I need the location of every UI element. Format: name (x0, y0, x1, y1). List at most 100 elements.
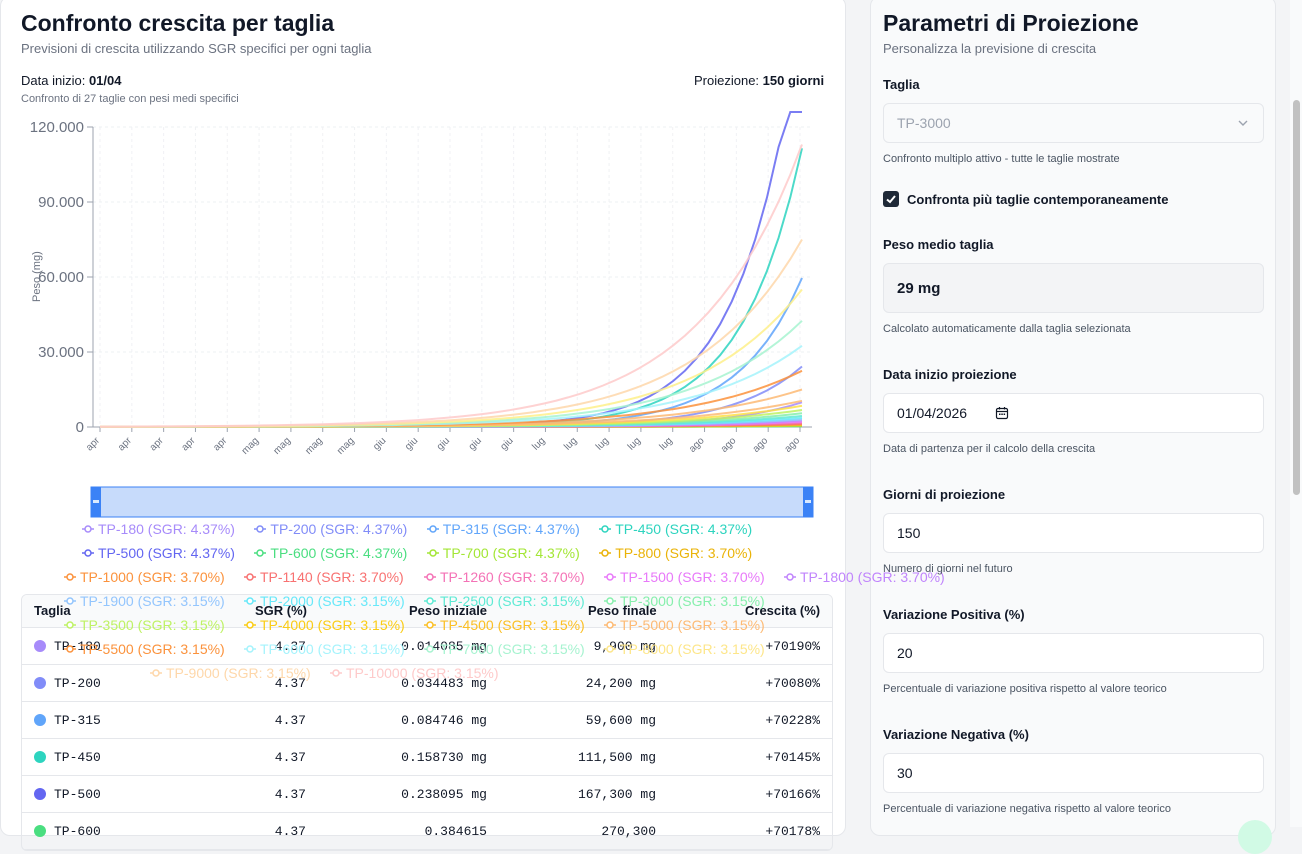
legend-label: TP-800 (SGR: 3.70%) (615, 545, 753, 561)
legend-item[interactable]: TP-700 (SGR: 4.37%) (426, 545, 580, 561)
legend-marker-icon (254, 549, 267, 558)
table-body: TP-180 4.37 0.014085 mg 9,900 mg +70190%… (22, 628, 832, 850)
x-tick-label: apr (180, 435, 198, 453)
legend-item[interactable]: TP-7000 (SGR: 3.15%) (424, 641, 585, 657)
legend-label: TP-5000 (SGR: 3.15%) (620, 617, 765, 633)
legend-item[interactable]: TP-2000 (SGR: 3.15%) (244, 593, 405, 609)
positive-variation-label: Variazione Positiva (%) (883, 607, 1025, 622)
legend-label: TP-180 (SGR: 4.37%) (98, 521, 235, 537)
series-line (100, 148, 803, 428)
legend-marker-icon (82, 525, 94, 534)
calendar-icon[interactable] (995, 406, 1009, 420)
days-input[interactable]: 150 (883, 513, 1264, 553)
legend-item[interactable]: TP-2500 (SGR: 3.15%) (424, 593, 585, 609)
legend-marker-icon (604, 597, 616, 606)
series-line (100, 111, 802, 428)
legend-label: TP-1260 (SGR: 3.70%) (440, 569, 585, 585)
legend-item[interactable]: TP-6000 (SGR: 3.15%) (244, 641, 405, 657)
legend-label: TP-450 (SGR: 4.37%) (615, 521, 753, 537)
legend-item[interactable]: TP-1000 (SGR: 3.70%) (64, 569, 225, 585)
x-tick-label: apr (116, 435, 134, 453)
legend-label: TP-200 (SGR: 4.37%) (270, 521, 408, 537)
x-tick-label: lug (658, 435, 675, 452)
legend-item[interactable]: TP-315 (SGR: 4.37%) (426, 521, 580, 537)
x-tick-label: giu (435, 435, 452, 452)
negative-variation-help: Percentuale di variazione negativa rispe… (883, 803, 1171, 815)
color-dot (34, 677, 46, 689)
legend-item[interactable]: TP-450 (SGR: 4.37%) (599, 521, 752, 537)
legend-marker-icon (424, 645, 436, 654)
y-axis-label: Peso (mg) (31, 251, 43, 302)
weight-label: Peso medio taglia (883, 237, 994, 252)
zoom-slider-track[interactable] (90, 486, 814, 518)
legend-marker-icon (64, 645, 76, 654)
legend-marker-icon (244, 573, 256, 582)
weight-help: Calcolato automaticamente dalla taglia s… (883, 323, 1131, 335)
legend-label: TP-315 (SGR: 4.37%) (442, 521, 580, 537)
legend-item[interactable]: TP-1900 (SGR: 3.15%) (64, 593, 225, 609)
legend-item[interactable]: TP-3000 (SGR: 3.15%) (604, 593, 765, 609)
weight-value: 29 mg (897, 279, 941, 297)
compare-label[interactable]: Confronta più taglie contemporaneamente (907, 192, 1168, 207)
compare-checkbox[interactable] (883, 191, 899, 207)
positive-variation-input[interactable]: 20 (883, 633, 1264, 673)
x-tick-label: lug (594, 435, 611, 452)
floating-action-button[interactable] (1238, 820, 1272, 854)
size-select-value: TP-3000 (897, 115, 951, 131)
chart-grid (93, 126, 812, 428)
legend-item[interactable]: TP-8000 (SGR: 3.15%) (604, 641, 765, 657)
legend-item[interactable]: TP-1140 (SGR: 3.70%) (244, 569, 404, 585)
legend-item[interactable]: TP-600 (SGR: 4.37%) (254, 545, 407, 561)
legend-label: TP-3000 (SGR: 3.15%) (620, 593, 765, 609)
x-tick-label: giu (371, 435, 388, 452)
legend-label: TP-4500 (SGR: 3.15%) (440, 617, 585, 633)
color-dot (34, 714, 46, 726)
legend-marker-icon (604, 621, 616, 630)
cell-taglia: TP-315 (54, 713, 101, 728)
legend-item[interactable]: TP-500 (SGR: 4.37%) (82, 545, 235, 561)
legend-label: TP-5500 (SGR: 3.15%) (80, 641, 225, 657)
positive-variation-help: Percentuale di variazione positiva rispe… (883, 683, 1167, 695)
date-input[interactable]: 01/04/2026 (883, 393, 1264, 433)
legend-item[interactable]: TP-5000 (SGR: 3.15%) (604, 617, 765, 633)
legend-item[interactable]: TP-10000 (SGR: 3.15%) (330, 665, 499, 681)
color-dot (34, 640, 46, 652)
legend-item[interactable]: TP-9000 (SGR: 3.15%) (150, 665, 311, 681)
x-tick-label: mag (240, 435, 262, 457)
x-tick-label: mag (303, 435, 325, 457)
legend-item[interactable]: TP-1260 (SGR: 3.70%) (424, 569, 585, 585)
legend-item[interactable]: TP-3500 (SGR: 3.15%) (64, 617, 225, 633)
cell-final: 59,600 mg (585, 713, 656, 728)
legend-marker-icon (82, 549, 94, 558)
scrollbar-thumb[interactable] (1293, 100, 1300, 495)
series-line (99, 144, 803, 428)
legend-marker-icon (424, 597, 436, 606)
legend-marker-icon (424, 573, 436, 582)
negative-variation-input[interactable]: 30 (883, 753, 1264, 793)
size-select[interactable]: TP-3000 (883, 103, 1264, 143)
legend-label: TP-700 (SGR: 4.37%) (442, 545, 580, 561)
legend-item[interactable]: TP-5500 (SGR: 3.15%) (64, 641, 225, 657)
legend-label: TP-10000 (SGR: 3.15%) (346, 665, 499, 681)
legend-item[interactable]: TP-4000 (SGR: 3.15%) (244, 617, 405, 633)
days-label: Giorni di proiezione (883, 487, 1006, 502)
legend-item[interactable]: TP-180 (SGR: 4.37%) (82, 521, 235, 537)
legend-label: TP-7000 (SGR: 3.15%) (440, 641, 585, 657)
legend-item[interactable]: TP-4500 (SGR: 3.15%) (424, 617, 585, 633)
x-tick-label: lug (626, 435, 643, 452)
legend-label: TP-500 (SGR: 4.37%) (98, 545, 235, 561)
y-tick-label: 0 (76, 419, 84, 436)
page-scrollbar[interactable] (1290, 0, 1302, 827)
x-tick-label: apr (84, 435, 102, 453)
legend-marker-icon (244, 621, 256, 630)
legend-item[interactable]: TP-800 (SGR: 3.70%) (599, 545, 752, 561)
chart-lines (99, 111, 803, 428)
legend-item[interactable]: TP-1500 (SGR: 3.70%) (604, 569, 765, 585)
cell-taglia: TP-450 (54, 750, 101, 765)
legend-item[interactable]: TP-200 (SGR: 4.37%) (254, 521, 407, 537)
x-tick-label: ago (687, 435, 707, 455)
growth-chart[interactable]: 120.00090.00060.00030.0000 apr apr apr apr a… (0, 0, 846, 520)
cell-final: 24,200 mg (585, 676, 656, 691)
x-tick-label: giu (403, 435, 420, 452)
legend-label: TP-3500 (SGR: 3.15%) (80, 617, 225, 633)
